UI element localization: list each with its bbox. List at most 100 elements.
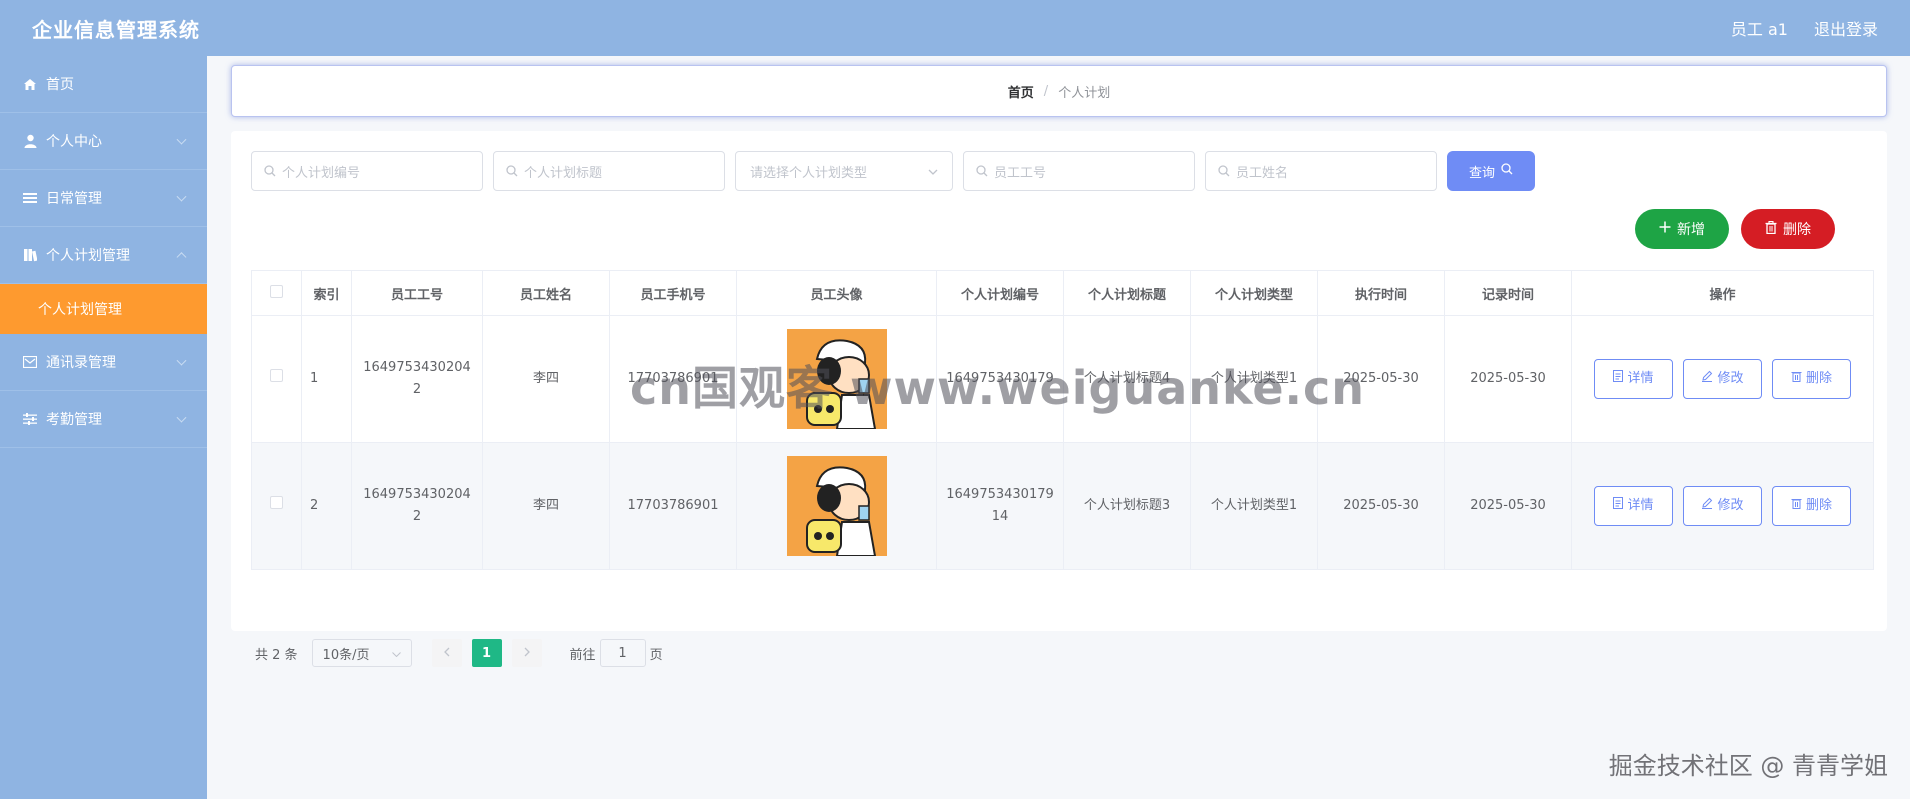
query-button[interactable]: 查询 [1447,151,1535,191]
detail-button-label: 详情 [1627,498,1654,513]
batch-delete-button[interactable]: 删除 [1741,209,1835,249]
list-icon [22,191,38,205]
sidebar-subitem-label: 个人计划管理 [38,302,122,318]
query-button-label: 查询 [1468,165,1495,181]
total-count: 共 2 条 [255,647,298,663]
sidebar-item-attendance[interactable]: 考勤管理 [0,391,207,448]
search-icon [506,165,518,177]
sidebar-subitem-plan-manage[interactable]: 个人计划管理 [0,284,207,334]
app-title: 企业信息管理系统 [32,17,200,42]
table-row: 2 16497534302042 李四 17703786901 16497534… [251,442,1874,570]
logout-link[interactable]: 退出登录 [1814,16,1878,40]
breadcrumb: 首页 / 个人计划 [231,65,1887,117]
record-time-cell: 2025-05-30 [1444,315,1572,443]
emp-name-placeholder: 员工姓名 [1236,165,1289,181]
book-icon [22,248,38,262]
home-icon [22,77,38,91]
plan-no-search-input[interactable]: 个人计划编号 [251,151,483,191]
edit-icon [1701,495,1713,517]
plan-title-search-input[interactable]: 个人计划标题 [493,151,725,191]
goto-suffix: 页 [649,647,663,663]
chevron-down-icon [176,134,187,145]
sidebar: 首页 个人中心 日常管理 个人计划管理 个人计划管理 通讯录管理 考勤管理 [0,56,207,799]
detail-button[interactable]: 详情 [1594,486,1673,526]
row-select-cell[interactable] [251,315,302,443]
sidebar-item-plan[interactable]: 个人计划管理 [0,227,207,284]
emp-no-cell: 16497534302042 [351,442,483,570]
breadcrumb-home[interactable]: 首页 [1008,82,1034,101]
next-page-button[interactable] [511,639,542,667]
sidebar-item-label: 个人计划管理 [46,248,130,264]
sidebar-item-label: 通讯录管理 [46,355,116,371]
add-button-label: 新增 [1677,222,1705,238]
document-icon [1613,495,1624,517]
chevron-down-icon [176,355,187,366]
edit-button[interactable]: 修改 [1683,486,1762,526]
breadcrumb-current: 个人计划 [1058,85,1111,101]
column-header: 记录时间 [1444,270,1572,316]
sidebar-item-personal-center[interactable]: 个人中心 [0,113,207,170]
column-header: 员工头像 [736,270,937,316]
trash-icon [1791,368,1802,390]
header-user-area: 员工 a1 退出登录 [1731,16,1878,40]
operations-cell: 详情 修改 删除 [1571,315,1874,443]
plan-no-cell: 164975343017914 [936,442,1064,570]
goto-page: 前往 1 页 [570,639,663,667]
sidebar-item-contacts[interactable]: 通讯录管理 [0,334,207,391]
column-header: 员工工号 [351,270,483,316]
chevron-right-icon [524,646,530,661]
column-header: 个人计划类型 [1190,270,1318,316]
row-checkbox[interactable] [270,496,283,509]
add-button[interactable]: 新增 [1635,209,1729,249]
edit-button-label: 修改 [1717,371,1744,386]
chevron-left-icon [443,646,450,661]
emp-no-search-input[interactable]: 员工工号 [963,151,1195,191]
sidebar-item-daily[interactable]: 日常管理 [0,170,207,227]
emp-name-search-input[interactable]: 员工姓名 [1205,151,1437,191]
trash-icon [1765,220,1777,238]
plan-type-select[interactable]: 请选择个人计划类型 [735,151,953,191]
column-header: 员工手机号 [609,270,737,316]
avatar[interactable] [786,456,887,556]
emp-name-cell: 李四 [482,442,610,570]
detail-button-label: 详情 [1627,371,1654,386]
delete-button[interactable]: 删除 [1772,486,1851,526]
detail-button[interactable]: 详情 [1594,359,1673,399]
column-header: 操作 [1571,270,1874,316]
prev-page-button[interactable] [431,639,462,667]
exec-time-cell: 2025-05-30 [1317,442,1445,570]
document-icon [1613,368,1624,390]
select-all-checkbox[interactable] [270,284,283,298]
goto-page-input[interactable]: 1 [599,639,646,667]
row-select-cell[interactable] [251,442,302,570]
avatar-cell [736,442,937,570]
row-checkbox[interactable] [270,369,283,382]
search-bar: 个人计划编号 个人计划标题 请选择个人计划类型 员工工号 员工姓名 查询 [251,151,1535,191]
page-size-select[interactable]: 10条/页 [311,639,412,667]
list-panel: 个人计划编号 个人计划标题 请选择个人计划类型 员工工号 员工姓名 查询 新增 … [231,131,1887,667]
plan-table: 索引 员工工号 员工姓名 员工手机号 员工头像 个人计划编号 个人计划标题 个人… [251,270,1874,570]
sidebar-item-home[interactable]: 首页 [0,56,207,113]
edit-button[interactable]: 修改 [1683,359,1762,399]
current-user[interactable]: 员工 a1 [1731,16,1788,40]
trash-icon [1791,495,1802,517]
edit-button-label: 修改 [1717,498,1744,513]
pagination: 共 2 条 10条/页 1 前往 1 页 [255,639,663,667]
edit-icon [1701,368,1713,390]
column-header: 员工姓名 [482,270,610,316]
delete-button[interactable]: 删除 [1772,359,1851,399]
page-number-current[interactable]: 1 [471,639,502,667]
operations-cell: 详情 修改 删除 [1571,442,1874,570]
table-row: 1 16497534302042 李四 17703786901 16497534… [251,315,1874,443]
search-icon [264,165,276,177]
sidebar-item-label: 个人中心 [46,134,102,150]
avatar[interactable] [786,329,887,429]
chevron-up-icon [176,252,187,263]
select-all-cell[interactable] [251,270,302,316]
delete-button-label: 删除 [1805,371,1832,386]
column-header: 执行时间 [1317,270,1445,316]
top-header: 企业信息管理系统 员工 a1 退出登录 [0,0,1910,56]
main-content: 首页 / 个人计划 个人计划编号 个人计划标题 请选择个人计划类型 员工工号 员… [207,56,1910,799]
chevron-down-icon [176,412,187,423]
table-actions: 新增 删除 [1635,209,1835,249]
